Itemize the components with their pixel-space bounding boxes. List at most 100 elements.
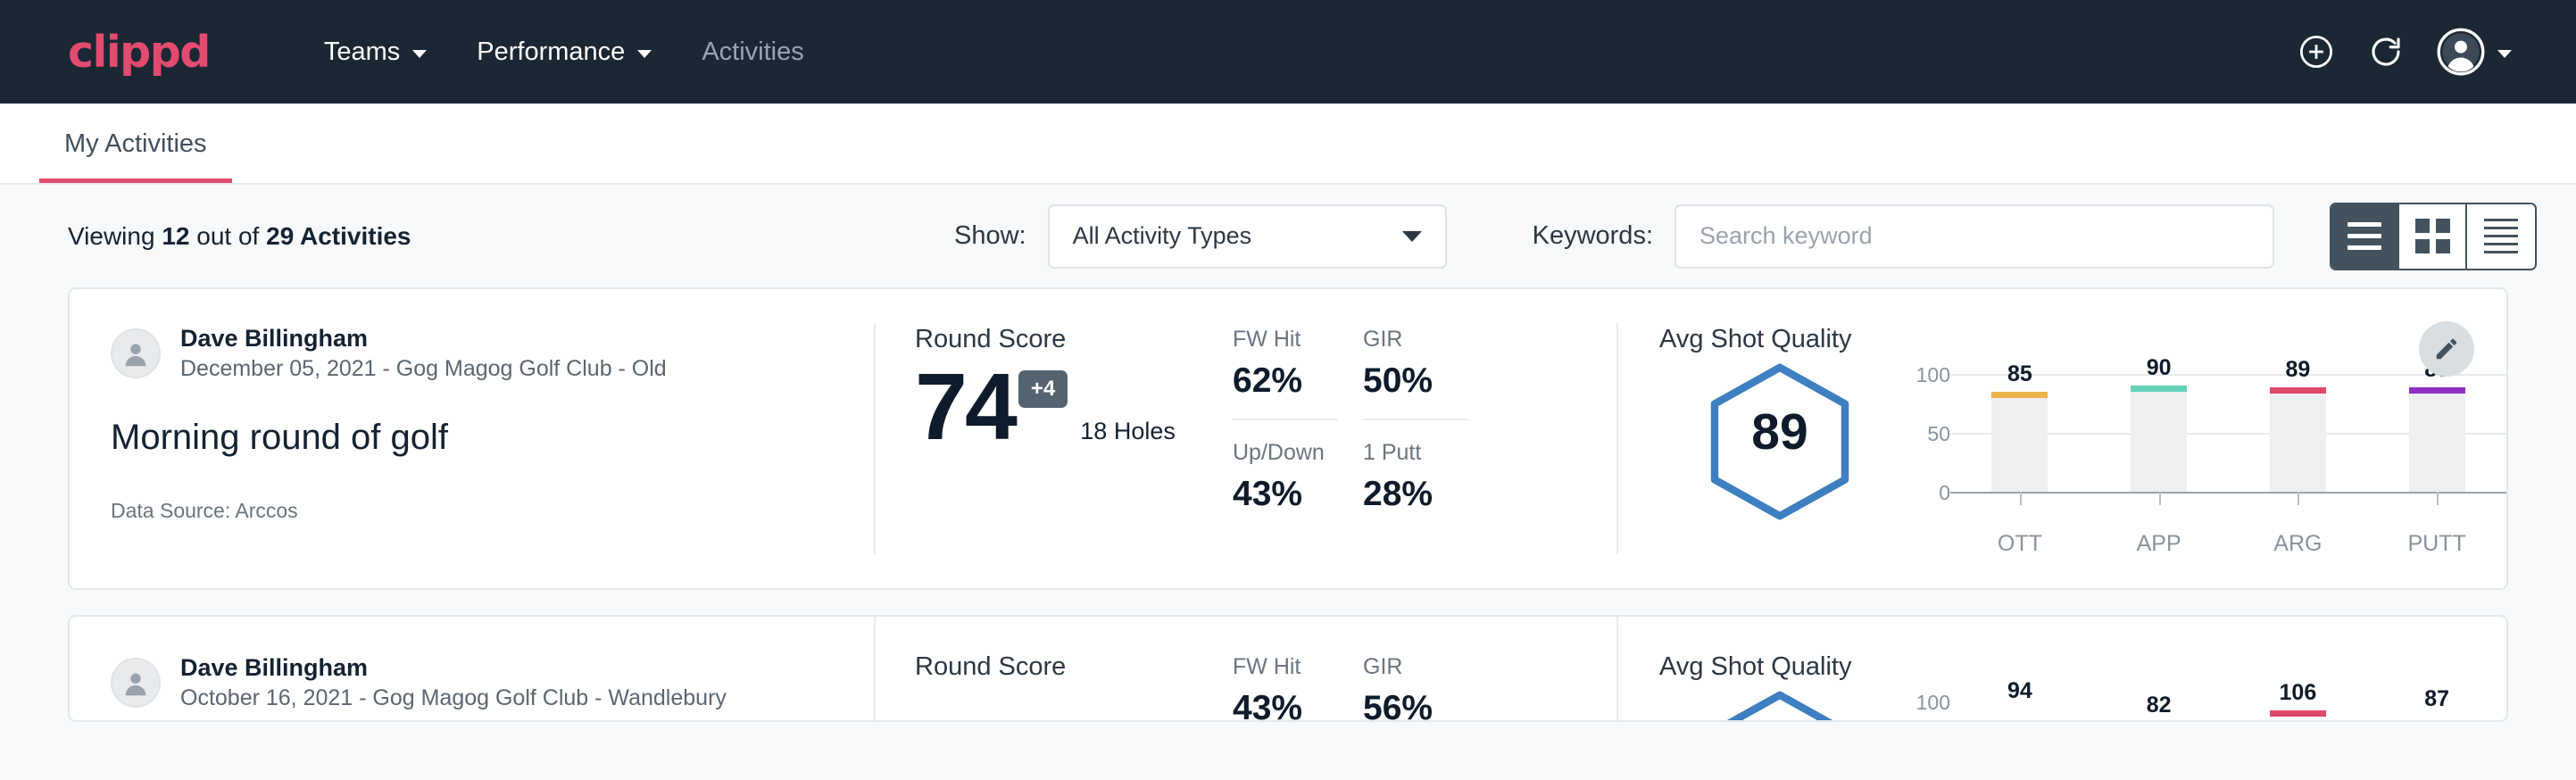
filter-controls: Show: All Activity Types Keywords: Searc… xyxy=(954,203,2537,270)
viewing-summary: Viewing 12 out of 29 Activities xyxy=(68,222,411,251)
activity-list: Dave Billingham December 05, 2021 - Gog … xyxy=(0,287,2576,780)
nav-item-teams[interactable]: Teams xyxy=(299,29,452,76)
activity-card[interactable]: Dave Billingham December 05, 2021 - Gog … xyxy=(68,287,2508,590)
activity-meta: December 05, 2021 - Gog Magog Golf Club … xyxy=(180,356,667,382)
chart-y-axis: 100 50 0 xyxy=(1900,374,1950,508)
hexagon-icon xyxy=(1703,689,1857,722)
search-input[interactable]: Search keyword xyxy=(1674,204,2274,269)
user-name: Dave Billingham xyxy=(180,325,667,353)
nav-item-activities[interactable]: Activities xyxy=(677,29,828,76)
activity-data-source: Data Source: Arccos xyxy=(111,499,833,523)
bar-cap-arg xyxy=(2270,387,2326,394)
plus-circle-icon[interactable] xyxy=(2298,33,2335,71)
top-navigation-bar: clippd Teams Performance Activities xyxy=(0,0,2576,104)
avg-shot-quality-section: Avg Shot Quality 100 xyxy=(1618,617,2506,720)
chart-x-axis: OTT APP ARG PUTT xyxy=(1950,531,2506,557)
stat-group-left: FW Hit 62% Up/Down 43% xyxy=(1233,327,1363,588)
user-name: Dave Billingham xyxy=(180,654,727,682)
activity-user: Dave Billingham October 16, 2021 - Gog M… xyxy=(111,654,833,711)
quality-score: 89 xyxy=(1659,402,1900,461)
stat-value: 56% xyxy=(1363,689,1493,722)
nav-item-label: Performance xyxy=(477,37,625,67)
y-tick-0: 0 xyxy=(1939,481,1950,505)
x-label-arg: ARG xyxy=(2229,531,2368,557)
activity-user: Dave Billingham December 05, 2021 - Gog … xyxy=(111,325,833,382)
y-tick-100: 100 xyxy=(1916,691,1950,715)
stat-value: 43% xyxy=(1233,475,1363,514)
bar-group-arg[interactable]: 106 xyxy=(2229,701,2368,722)
view-mode-compact-button[interactable] xyxy=(2467,204,2535,269)
x-tick xyxy=(2159,492,2161,505)
grid-view-icon xyxy=(2415,219,2450,253)
bar-group-putt[interactable]: 89 xyxy=(2367,374,2506,492)
chevron-down-icon xyxy=(412,50,427,58)
pencil-icon xyxy=(2433,336,2460,362)
viewing-total: 29 Activities xyxy=(266,222,411,250)
person-icon xyxy=(119,666,153,700)
view-mode-toggle-group xyxy=(2330,203,2537,270)
shot-quality-chart: 100 94 xyxy=(1900,689,2506,722)
stat-value: 28% xyxy=(1363,475,1493,514)
chart-plot-area: 94 82 xyxy=(1950,701,2506,722)
account-avatar-icon xyxy=(2437,28,2485,76)
stat-value: 50% xyxy=(1363,361,1493,401)
activity-card[interactable]: Dave Billingham October 16, 2021 - Gog M… xyxy=(68,615,2508,722)
bar-value-arg: 89 xyxy=(2270,357,2326,383)
stat-label: 1 Putt xyxy=(1363,440,1493,466)
nav-item-label: Activities xyxy=(702,37,803,67)
view-mode-grid-button[interactable] xyxy=(2399,204,2467,269)
round-score-section: Round Score 74 +4 18 Holes xyxy=(876,289,1233,588)
chevron-down-icon xyxy=(1402,231,1422,242)
x-label-putt: PUTT xyxy=(2367,531,2506,557)
activity-info: Dave Billingham October 16, 2021 - Gog M… xyxy=(70,617,874,720)
stat-divider xyxy=(1363,419,1468,420)
bar-group-ott[interactable]: 85 xyxy=(1950,374,2090,492)
round-stats: FW Hit 43% GIR 56% xyxy=(1233,617,1616,720)
bar-cap-app xyxy=(2131,386,2187,392)
axis-baseline xyxy=(1950,492,2506,494)
x-tick xyxy=(2298,492,2299,505)
x-label-ott: OTT xyxy=(1950,531,2090,557)
viewing-prefix: Viewing xyxy=(68,222,155,250)
holes-label: 18 Holes xyxy=(1080,418,1176,445)
nav-actions xyxy=(2298,28,2512,76)
stat-divider xyxy=(1233,419,1338,420)
compact-view-icon xyxy=(2484,219,2518,253)
score-differential-badge: +4 xyxy=(1018,370,1068,408)
app-logo[interactable]: clippd xyxy=(68,27,210,78)
tab-my-activities[interactable]: My Activities xyxy=(39,129,232,183)
stat-group-left: FW Hit 43% xyxy=(1233,654,1363,720)
x-label-app: APP xyxy=(2090,531,2229,557)
activity-type-select[interactable]: All Activity Types xyxy=(1048,204,1447,269)
view-mode-list-button[interactable] xyxy=(2331,204,2399,269)
stat-group-right: GIR 50% 1 Putt 28% xyxy=(1363,327,1493,588)
person-icon xyxy=(119,336,153,370)
bar-group-ott[interactable]: 94 xyxy=(1950,701,2090,722)
filter-bar: Viewing 12 out of 29 Activities Show: Al… xyxy=(0,185,2576,287)
show-label: Show: xyxy=(954,221,1026,251)
bar-group-putt[interactable]: 87 xyxy=(2367,701,2506,722)
avatar xyxy=(111,328,161,378)
bar-group-arg[interactable]: 89 xyxy=(2229,374,2368,492)
x-tick xyxy=(2020,492,2022,505)
edit-activity-button[interactable] xyxy=(2419,321,2474,377)
avg-shot-quality-section: Avg Shot Quality 89 100 50 0 xyxy=(1618,289,2506,588)
bar-value-app: 90 xyxy=(2131,355,2187,381)
bar-cap-ott xyxy=(1991,392,2048,398)
bar-value-ott: 85 xyxy=(1991,361,2048,387)
tab-bar: My Activities xyxy=(0,104,2576,185)
avg-shot-quality-label: Avg Shot Quality xyxy=(1659,652,2506,682)
bar-group-app[interactable]: 90 xyxy=(2090,374,2229,492)
round-stats: FW Hit 62% Up/Down 43% GIR 50% 1 Putt 28… xyxy=(1233,289,1616,588)
main-nav: Teams Performance Activities xyxy=(299,29,829,76)
shot-quality-chart: 100 50 0 xyxy=(1900,361,2506,557)
avatar xyxy=(111,658,161,708)
bar-cap-arg xyxy=(2270,710,2326,717)
bar-group-app[interactable]: 82 xyxy=(2090,701,2229,722)
x-tick xyxy=(2437,492,2439,505)
account-menu[interactable] xyxy=(2437,28,2512,76)
nav-item-performance[interactable]: Performance xyxy=(452,29,677,76)
list-view-icon xyxy=(2347,222,2381,250)
bar-value-arg: 106 xyxy=(2270,680,2326,706)
refresh-icon[interactable] xyxy=(2367,33,2405,71)
